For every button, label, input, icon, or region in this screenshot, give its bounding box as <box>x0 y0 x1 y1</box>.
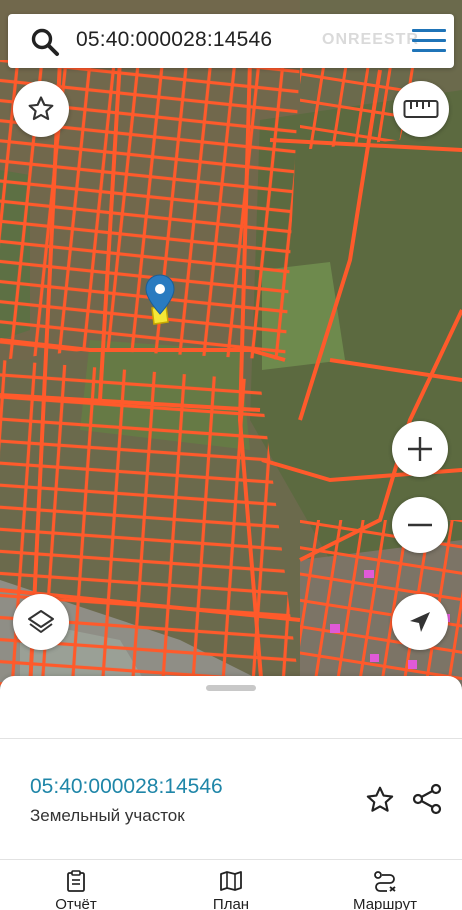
tab-route[interactable]: Маршрут <box>325 870 445 910</box>
tab-label: План <box>212 896 250 910</box>
layers-icon <box>28 610 54 633</box>
favorite-star-icon[interactable] <box>364 784 396 816</box>
parcel-info-sheet[interactable]: 05:40:000028:14546 Земельный участок Отч… <box>0 676 462 910</box>
ruler-button[interactable] <box>393 81 449 137</box>
locate-button[interactable] <box>392 594 448 650</box>
bottom-tab-bar: Отчёт План Маршрут <box>0 860 462 910</box>
brand-watermark: ONREESTR <box>322 31 419 48</box>
minus-icon <box>408 523 432 527</box>
map-icon <box>220 871 242 891</box>
parcel-type-label: Земельный участок <box>30 806 185 825</box>
ruler-icon <box>403 100 439 118</box>
zoom-out-button[interactable] <box>392 497 448 553</box>
favorites-button[interactable] <box>13 81 69 137</box>
tab-report[interactable]: Отчёт <box>16 870 136 910</box>
sheet-drag-handle[interactable] <box>206 685 256 691</box>
search-bar[interactable]: 05:40:000028:14546 ONREESTR <box>8 14 454 68</box>
divider <box>0 738 462 739</box>
parcel-cadastral-number[interactable]: 05:40:000028:14546 <box>30 775 223 799</box>
location-marker-icon[interactable] <box>145 274 175 316</box>
search-input[interactable]: 05:40:000028:14546 <box>76 28 272 52</box>
report-icon <box>67 870 85 892</box>
hamburger-menu-icon[interactable] <box>412 29 446 55</box>
search-icon[interactable] <box>30 27 60 57</box>
share-icon[interactable] <box>410 782 444 816</box>
plus-icon <box>408 437 432 461</box>
map-view[interactable] <box>0 0 462 690</box>
tab-plan[interactable]: План <box>171 870 291 910</box>
navigation-arrow-icon <box>410 612 430 632</box>
route-icon <box>374 871 396 892</box>
layers-button[interactable] <box>13 594 69 650</box>
tab-label: Отчёт <box>55 896 97 910</box>
tab-label: Маршрут <box>353 896 417 910</box>
zoom-in-button[interactable] <box>392 421 448 477</box>
star-icon <box>28 96 54 121</box>
